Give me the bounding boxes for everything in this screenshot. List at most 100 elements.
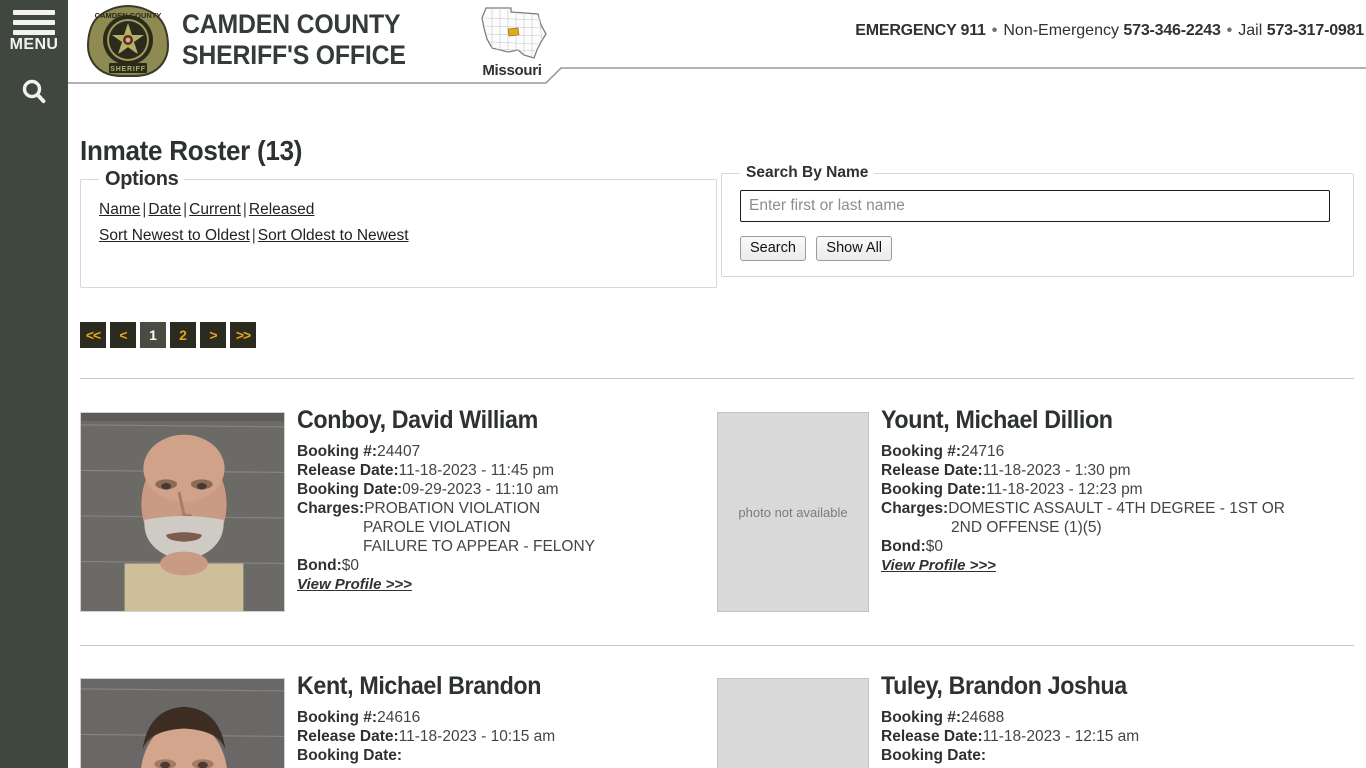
emergency-contact-bar: EMERGENCY 911 • Non-Emergency 573-346-2243…: [855, 22, 1364, 40]
option-link-sort-newest-oldest[interactable]: Sort Newest to Oldest: [99, 227, 250, 244]
inmate-mugshot[interactable]: [80, 412, 285, 612]
inmate-info: Tuley, Brandon Joshua Booking #:24688 Re…: [881, 672, 1321, 765]
field-label: Booking Date:: [881, 747, 987, 764]
inmate-info: Yount, Michael Dillion Booking #:24716 R…: [881, 406, 1321, 575]
contact-separator: •: [991, 22, 998, 39]
field-label: Charges:: [881, 500, 949, 517]
inmate-row: Kent, Michael Brandon Booking #:24616 Re…: [68, 666, 1366, 768]
option-link-date[interactable]: Date: [148, 201, 181, 218]
inmate-card: Kent, Michael Brandon Booking #:24616 Re…: [80, 666, 720, 768]
inmate-card: photo not available Yount, Michael Dilli…: [717, 400, 1357, 612]
non-emergency-label: Non-Emergency: [1003, 22, 1119, 39]
inmate-release-date: Release Date:11-18-2023 - 12:15 am: [881, 727, 1321, 746]
org-title-line1: CAMDEN COUNTY: [182, 9, 401, 39]
inmate-card: photo not available Tuley, Brandon Joshu…: [717, 666, 1357, 768]
show-all-button[interactable]: Show All: [816, 236, 893, 261]
inmate-booking-date: Booking Date:11-18-2023 - 12:23 pm: [881, 480, 1321, 499]
inmate-charge-line: FAILURE TO APPEAR - FELONY: [363, 538, 596, 555]
pagination-first[interactable]: <<: [80, 322, 106, 348]
field-label: Bond:: [297, 557, 342, 574]
state-label: Missouri: [482, 62, 542, 79]
missouri-state-map-icon: [481, 7, 547, 59]
inmate-booking-date: Booking Date:09-29-2023 - 11:10 am: [297, 480, 722, 499]
option-separator: |: [242, 201, 247, 218]
option-link-name[interactable]: Name: [99, 201, 140, 218]
org-title-line2: SHERIFF'S OFFICE: [182, 40, 406, 70]
mugshot-image: [81, 413, 284, 611]
pagination-last[interactable]: >>: [230, 322, 256, 348]
field-label: Release Date:: [297, 728, 399, 745]
option-separator: |: [251, 227, 256, 244]
search-button[interactable]: Search: [740, 236, 806, 261]
hamburger-bar: [13, 10, 55, 15]
field-value: 09-29-2023 - 11:10 am: [402, 481, 559, 498]
inmate-name: Conboy, David William: [297, 406, 538, 434]
field-value: 11-18-2023 - 12:15 am: [982, 728, 1140, 745]
left-sidebar: MENU: [0, 0, 68, 768]
inmate-charge-line: 2ND OFFENSE (1)(5): [951, 519, 1102, 536]
pagination: << < 1 2 > >>: [80, 322, 256, 348]
search-buttons-row: Search Show All: [740, 236, 1353, 261]
option-link-released[interactable]: Released: [249, 201, 315, 218]
sheriff-badge-icon: CAMDEN COUNTY SHERIFF: [86, 4, 170, 78]
search-legend: Search By Name: [746, 164, 869, 181]
view-profile-link[interactable]: View Profile >>>: [881, 557, 996, 574]
field-label: Booking #:: [881, 709, 962, 726]
option-link-current[interactable]: Current: [189, 201, 241, 218]
inmate-booking-no: Booking #:24688: [881, 708, 1321, 727]
inmate-release-date: Release Date:11-18-2023 - 10:15 am: [297, 727, 722, 746]
field-label: Booking #:: [297, 443, 378, 460]
field-value: 11-18-2023 - 10:15 am: [398, 728, 556, 745]
inmate-name: Kent, Michael Brandon: [297, 672, 542, 700]
pagination-prev[interactable]: <: [110, 322, 136, 348]
field-value: DOMESTIC ASSAULT - 4TH DEGREE - 1ST OR: [948, 500, 1285, 517]
record-divider: [80, 645, 1354, 646]
inmate-booking-date: Booking Date:: [881, 746, 1321, 765]
contact-separator: •: [1226, 22, 1233, 39]
options-sort-links-row-2: Sort Newest to Oldest | Sort Oldest to New…: [99, 227, 716, 245]
search-icon: [22, 79, 46, 104]
field-label: Booking Date:: [297, 747, 403, 764]
search-panel: Search By Name Search Show All: [721, 164, 1354, 277]
inmate-mugshot-placeholder: photo not available: [717, 678, 869, 768]
pagination-next[interactable]: >: [200, 322, 226, 348]
field-label: Booking Date:: [297, 481, 403, 498]
inmate-charge-line: PAROLE VIOLATION: [363, 519, 511, 536]
main-content: Inmate Roster (13) Options Name | Date | Cur…: [68, 84, 1366, 768]
emergency-label: EMERGENCY 911: [855, 22, 986, 39]
inmate-release-date: Release Date:11-18-2023 - 1:30 pm: [881, 461, 1321, 480]
field-value: 11-18-2023 - 11:45 pm: [398, 462, 555, 479]
field-label: Release Date:: [297, 462, 399, 479]
inmate-bond: Bond:$0: [297, 556, 722, 575]
inmate-booking-no: Booking #:24716: [881, 442, 1321, 461]
field-value: 24688: [961, 709, 1005, 726]
pagination-page-2[interactable]: 2: [170, 322, 196, 348]
inmate-booking-no: Booking #:24407: [297, 442, 722, 461]
inmate-info: Kent, Michael Brandon Booking #:24616 Re…: [297, 672, 722, 765]
inmate-booking-no: Booking #:24616: [297, 708, 722, 727]
site-header: CAMDEN COUNTY SHERIFF CAMDEN COUNTY SHER…: [68, 0, 1366, 84]
pagination-page-1[interactable]: 1: [140, 322, 166, 348]
inmate-mugshot[interactable]: [80, 678, 285, 768]
jail-number[interactable]: 573-317-0981: [1267, 22, 1364, 39]
section-divider: [80, 378, 1354, 379]
inmate-charges: Charges:DOMESTIC ASSAULT - 4TH DEGREE - …: [881, 499, 1321, 518]
option-link-sort-oldest-newest[interactable]: Sort Oldest to Newest: [258, 227, 409, 244]
field-value: $0: [341, 557, 360, 574]
hamburger-bar: [13, 30, 55, 35]
view-profile-link[interactable]: View Profile >>>: [297, 576, 412, 593]
options-panel: Options Name | Date | Current | Released Sort …: [80, 168, 717, 288]
inmate-info: Conboy, David William Booking #:24407 Re…: [297, 406, 722, 594]
sidebar-search-button[interactable]: [0, 72, 68, 112]
non-emergency-number[interactable]: 573-346-2243: [1123, 22, 1220, 39]
inmate-name: Yount, Michael Dillion: [881, 406, 1113, 434]
field-value: PROBATION VIOLATION: [364, 500, 541, 517]
search-input[interactable]: [740, 190, 1330, 222]
svg-text:SHERIFF: SHERIFF: [110, 66, 146, 73]
inmate-card: Conboy, David William Booking #:24407 Re…: [80, 400, 722, 612]
hamburger-bar: [13, 20, 55, 25]
inmate-row: Conboy, David William Booking #:24407 Re…: [68, 400, 1366, 640]
menu-label[interactable]: MENU: [0, 36, 68, 54]
inmate-charges: Charges:PROBATION VIOLATION: [297, 499, 722, 518]
organization-title: CAMDEN COUNTY SHERIFF'S OFFICE: [182, 9, 406, 71]
